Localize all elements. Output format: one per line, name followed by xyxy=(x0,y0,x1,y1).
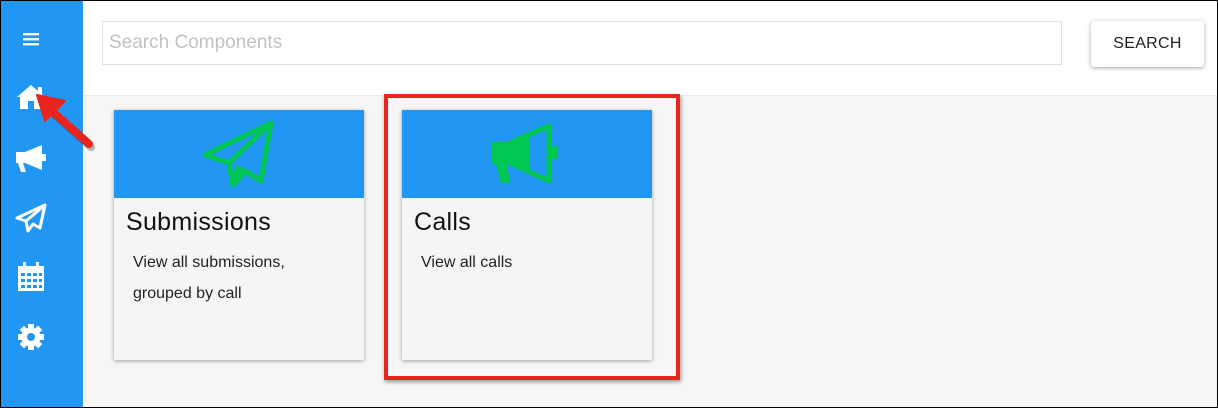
sidebar xyxy=(1,1,83,407)
megaphone-icon xyxy=(16,145,46,172)
card-title: Calls xyxy=(414,208,472,236)
sidebar-item-settings[interactable] xyxy=(1,315,61,359)
sidebar-item-calendar[interactable] xyxy=(1,255,61,299)
home-icon xyxy=(17,85,45,109)
top-bar: SEARCH xyxy=(83,1,1217,96)
card-description: View all calls xyxy=(421,254,513,271)
sidebar-item-submissions[interactable] xyxy=(1,196,61,240)
submissions-card[interactable]: Submissions View all submissions, groupe… xyxy=(114,110,364,360)
menu-icon xyxy=(23,33,39,46)
card-banner xyxy=(402,110,652,198)
card-title: Submissions xyxy=(126,208,272,236)
card-description: View all submissions, grouped by call xyxy=(133,254,285,302)
calendar-icon xyxy=(18,262,44,291)
gear-icon xyxy=(18,324,44,350)
sidebar-item-home[interactable] xyxy=(1,75,61,119)
megaphone-icon xyxy=(492,123,558,184)
card-banner xyxy=(114,110,364,198)
paper-plane-icon xyxy=(203,120,274,188)
calls-card[interactable]: Calls View all calls xyxy=(402,110,652,360)
search-button[interactable]: SEARCH xyxy=(1091,21,1204,67)
sidebar-item-calls[interactable] xyxy=(1,136,61,180)
app-window: SEARCH Submissions View all submissions,… xyxy=(0,0,1218,408)
sidebar-item-menu[interactable] xyxy=(1,17,61,61)
search-input[interactable] xyxy=(102,21,1062,65)
paper-plane-icon xyxy=(15,203,47,233)
